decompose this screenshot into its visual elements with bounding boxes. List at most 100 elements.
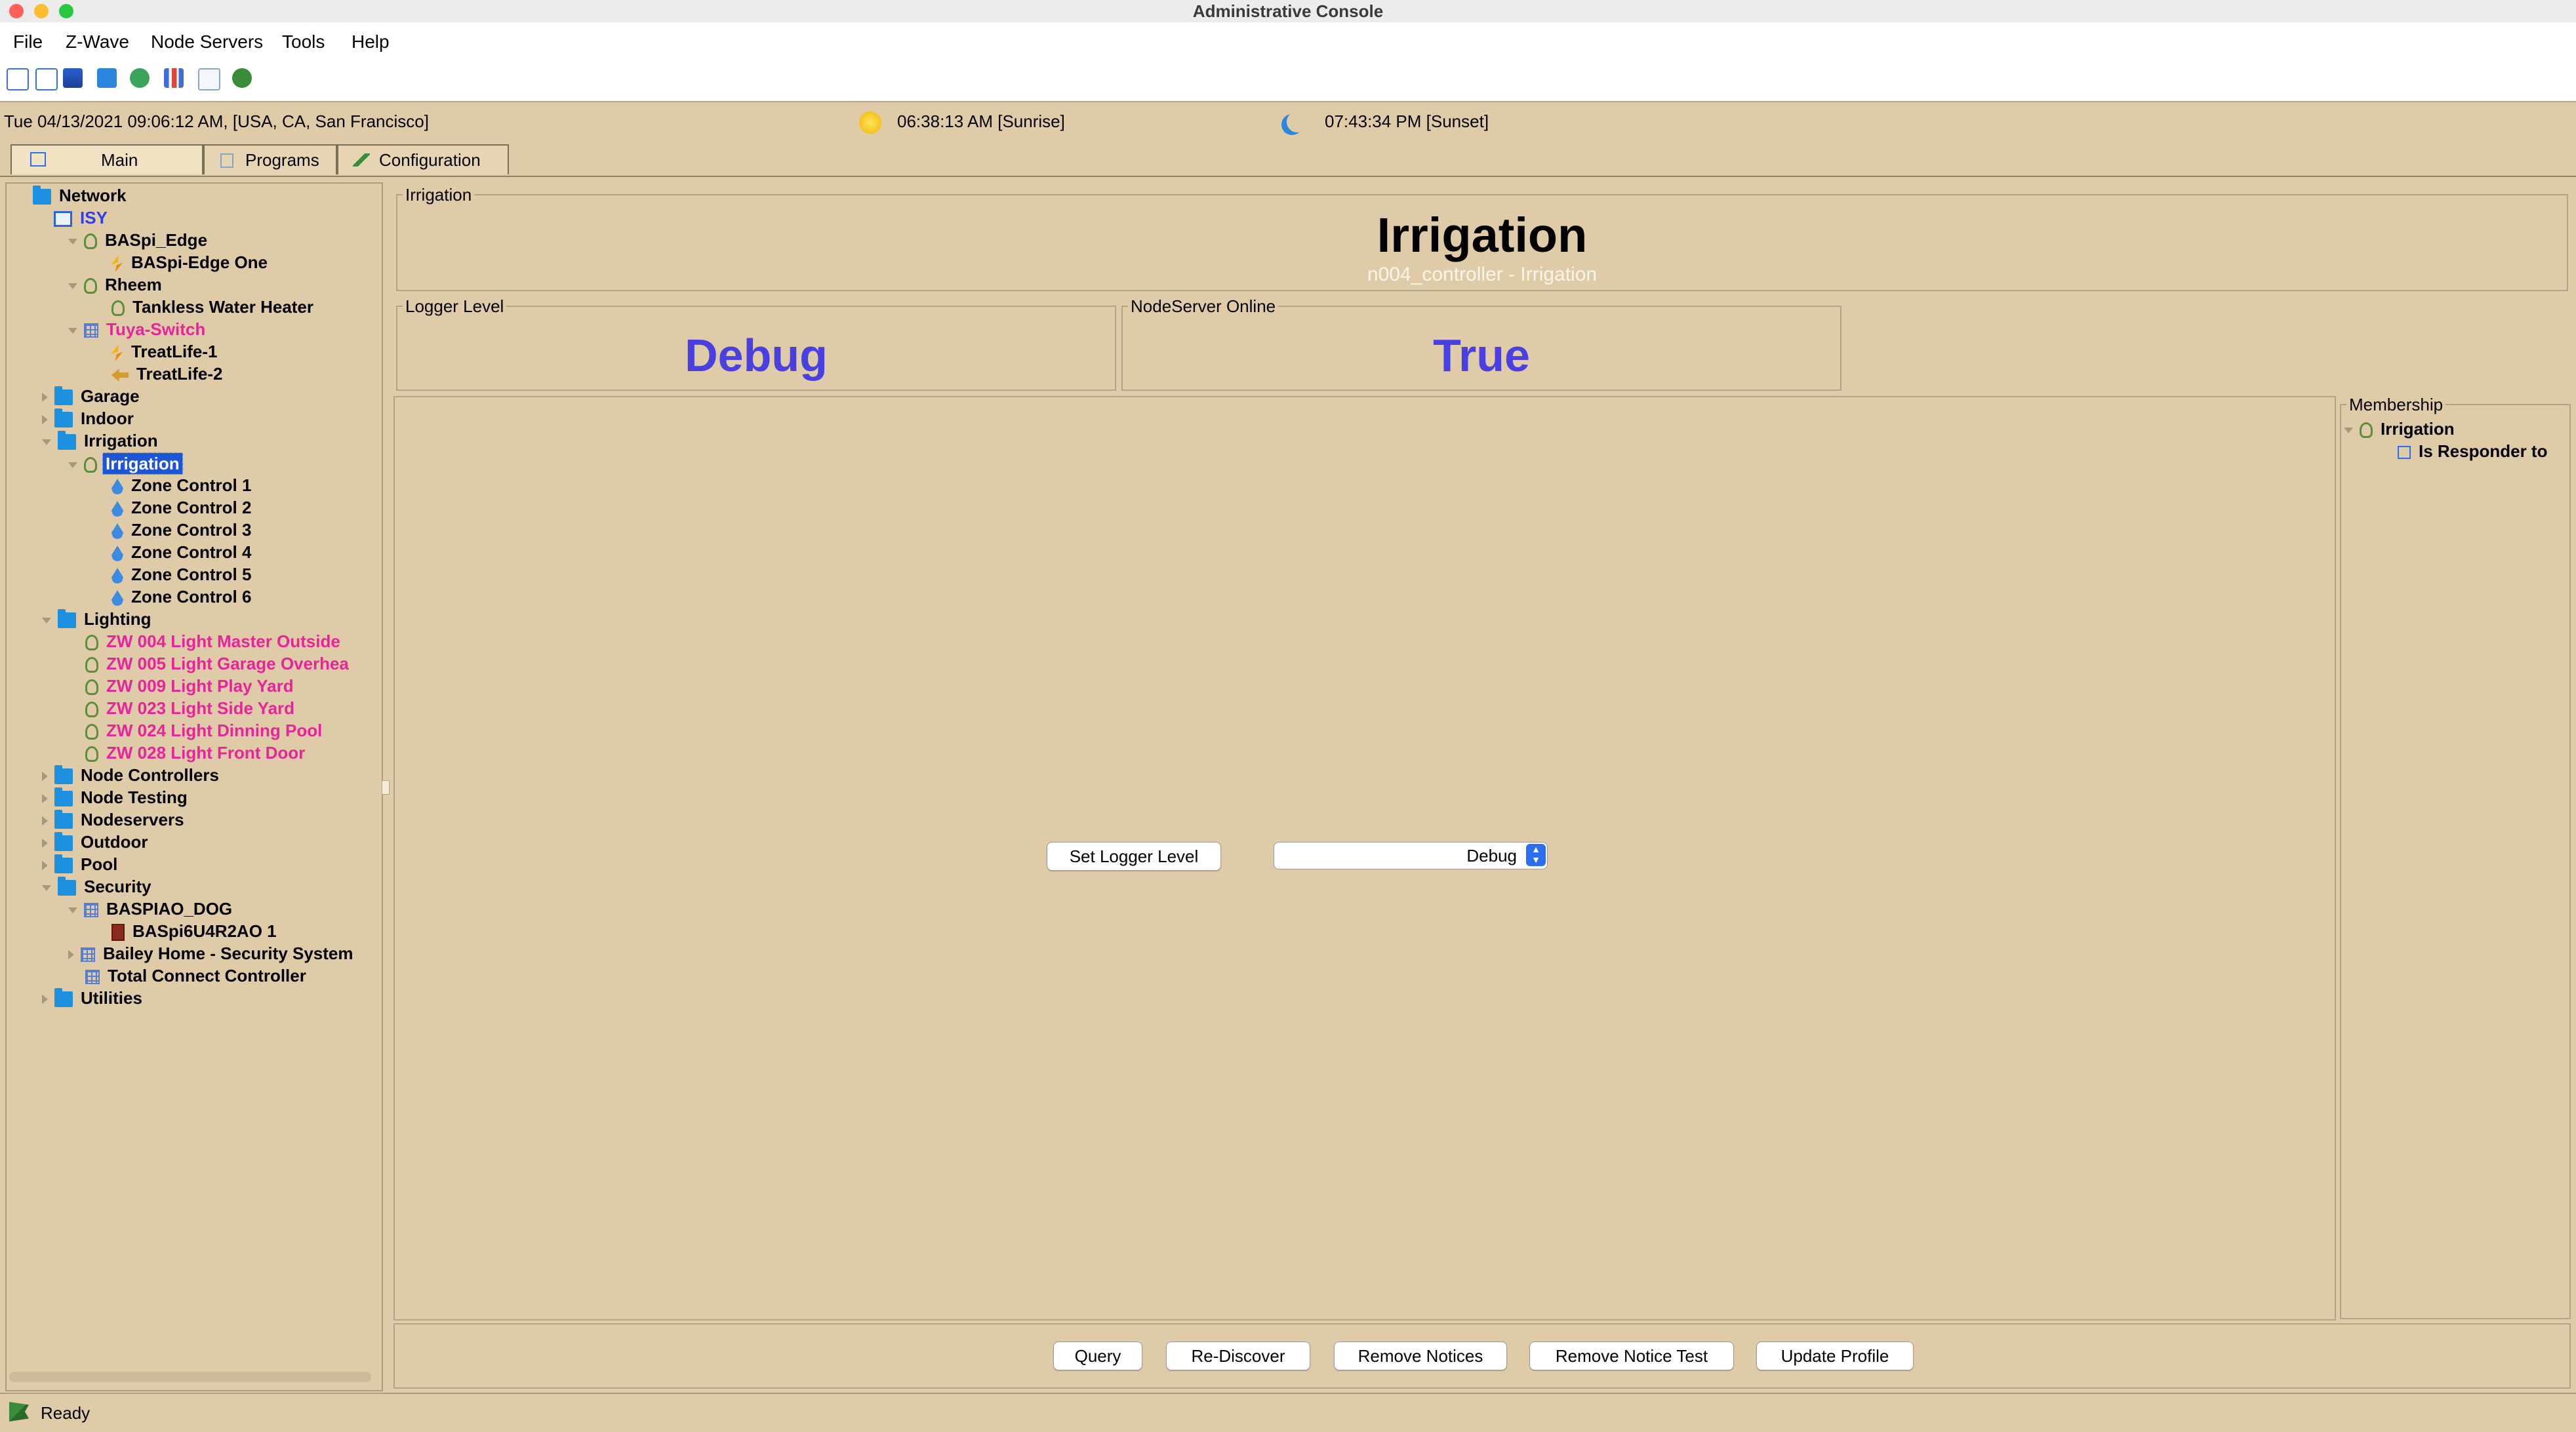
tree-label: ZW 023 Light Side Yard [106,698,295,718]
tree-item-light-023[interactable]: ZW 023 Light Side Yard [85,698,297,719]
chevron-down-icon[interactable] [2344,427,2353,433]
tree-item-indoor[interactable]: Indoor [42,408,136,429]
tree-item-node-controllers[interactable]: Node Controllers [42,765,222,786]
menu-tools[interactable]: Tools [282,31,325,52]
tree-item-light-009[interactable]: ZW 009 Light Play Yard [85,675,296,696]
menu-file[interactable]: File [13,31,43,52]
tree-horizontal-scrollbar[interactable] [9,1372,371,1382]
menu-zwave[interactable]: Z-Wave [66,31,129,52]
folder-icon [54,854,73,874]
tree-item-baspiao-dog[interactable]: BASPIAO_DOG [68,898,235,919]
tab-configuration[interactable]: Configuration [337,144,509,174]
tree-item-bailey-home[interactable]: Bailey Home - Security System [68,943,356,964]
tree-item-baspi-edge-one[interactable]: BASpi-Edge One [111,252,270,273]
tree-item-light-005[interactable]: ZW 005 Light Garage Overhea [85,653,352,674]
tree-item-nodeservers[interactable]: Nodeservers [42,809,187,830]
window-icon[interactable] [198,68,220,90]
chevron-right-icon[interactable] [42,772,48,782]
tree-item-zone-2[interactable]: Zone Control 2 [111,497,254,518]
tab-main[interactable]: Main [10,144,203,174]
folder-icon [58,609,76,629]
chevron-right-icon[interactable] [42,839,48,848]
tree-item-light-024[interactable]: ZW 024 Light Dinning Pool [85,720,325,741]
tree-item-isy[interactable]: ISY [54,207,110,228]
tree-item-security[interactable]: Security [42,876,154,897]
header-legend: Irrigation [403,185,475,205]
chevron-right-icon[interactable] [42,794,48,804]
tree-item-zone-6[interactable]: Zone Control 6 [111,586,254,607]
chevron-down-icon[interactable] [68,907,77,913]
tree-item-zone-4[interactable]: Zone Control 4 [111,542,254,563]
chevron-right-icon[interactable] [42,995,48,1004]
folder-icon[interactable] [97,68,117,88]
logger-level-select[interactable]: Debug ▲ ▼ [1274,842,1548,869]
chevron-down-icon[interactable] [42,439,51,445]
chevron-right-icon[interactable] [42,393,48,403]
globe-icon[interactable] [130,68,150,88]
tree-item-treatlife-1[interactable]: TreatLife-1 [111,341,220,362]
rediscover-button[interactable]: Re-Discover [1166,1342,1310,1370]
query-button[interactable]: Query [1053,1342,1142,1370]
remove-notices-button[interactable]: Remove Notices [1334,1342,1507,1370]
tree-item-total-connect[interactable]: Total Connect Controller [85,965,309,986]
tree-item-zone-3[interactable]: Zone Control 3 [111,519,254,540]
membership-item-irrigation[interactable]: Irrigation [2344,418,2457,439]
folder-icon [58,877,76,896]
tree-item-zone-1[interactable]: Zone Control 1 [111,475,254,496]
menu-node-servers[interactable]: Node Servers [151,31,263,52]
tree-item-lighting[interactable]: Lighting [42,608,154,629]
date-strip: Tue 04/13/2021 09:06:12 AM, [USA, CA, Sa… [0,102,2576,142]
expand-all-icon[interactable] [7,68,29,90]
remove-notice-test-button[interactable]: Remove Notice Test [1529,1342,1734,1370]
tree-item-tankless[interactable]: Tankless Water Heater [111,296,316,317]
update-profile-button[interactable]: Update Profile [1756,1342,1914,1370]
chevron-right-icon[interactable] [68,950,74,960]
collapse-all-icon[interactable] [35,68,58,90]
tree-item-baspi-edge[interactable]: BASpi_Edge [68,229,210,250]
isy-device-icon[interactable] [232,68,252,88]
membership-item-responder[interactable]: Is Responder to [2398,441,2550,462]
chevron-down-icon[interactable] [68,238,77,245]
sort-icon[interactable] [63,68,83,88]
current-datetime: Tue 04/13/2021 09:06:12 AM, [USA, CA, Sa… [4,111,429,131]
nodeserver-online-legend: NodeServer Online [1128,296,1279,317]
menu-help[interactable]: Help [352,31,390,52]
tree-item-light-028[interactable]: ZW 028 Light Front Door [85,742,308,763]
tree-label: Rheem [105,275,162,294]
tree-item-light-004[interactable]: ZW 004 Light Master Outside [85,631,343,652]
chevron-down-icon[interactable] [68,283,77,289]
tree-label: Security [84,877,151,896]
chevron-right-icon[interactable] [42,415,48,425]
tree-item-treatlife-2[interactable]: TreatLife-2 [111,363,226,384]
tree-item-utilities[interactable]: Utilities [42,987,145,1008]
tree-item-irrigation-node[interactable]: Irrigation [68,452,183,475]
tab-main-label: Main [101,150,138,170]
bulb-icon [85,724,98,740]
tree-item-irrigation-folder[interactable]: Irrigation [42,430,161,451]
set-logger-level-button[interactable]: Set Logger Level [1047,842,1221,871]
chevron-down-icon[interactable] [42,617,51,624]
tree-item-node-testing[interactable]: Node Testing [42,787,190,808]
tree-item-baspi6u4r2ao[interactable]: BASpi6U4R2AO 1 [111,921,279,942]
tree-item-tuya-switch[interactable]: Tuya-Switch [68,319,208,340]
chevron-down-icon[interactable] [42,885,51,891]
folder-icon [58,431,76,450]
membership-label: Irrigation [2381,419,2455,439]
tree-item-zone-5[interactable]: Zone Control 5 [111,564,254,585]
chevron-down-icon[interactable] [68,327,77,334]
tab-programs[interactable]: Programs [203,144,337,174]
tree-item-pool[interactable]: Pool [42,854,120,875]
tree-item-network[interactable]: Network [33,185,129,206]
splitter-handle[interactable] [382,780,390,795]
chevron-down-icon[interactable] [68,462,77,468]
tree-item-outdoor[interactable]: Outdoor [42,831,151,852]
chevron-right-icon[interactable] [42,861,48,871]
tree-item-rheem[interactable]: Rheem [68,274,165,295]
chevron-right-icon[interactable] [42,816,48,826]
water-drop-icon [111,590,123,607]
home-icon [30,152,46,167]
bulb-icon [85,702,98,718]
chart-icon[interactable] [164,68,184,88]
tree-item-garage[interactable]: Garage [42,386,142,407]
bulb-icon [84,233,97,250]
